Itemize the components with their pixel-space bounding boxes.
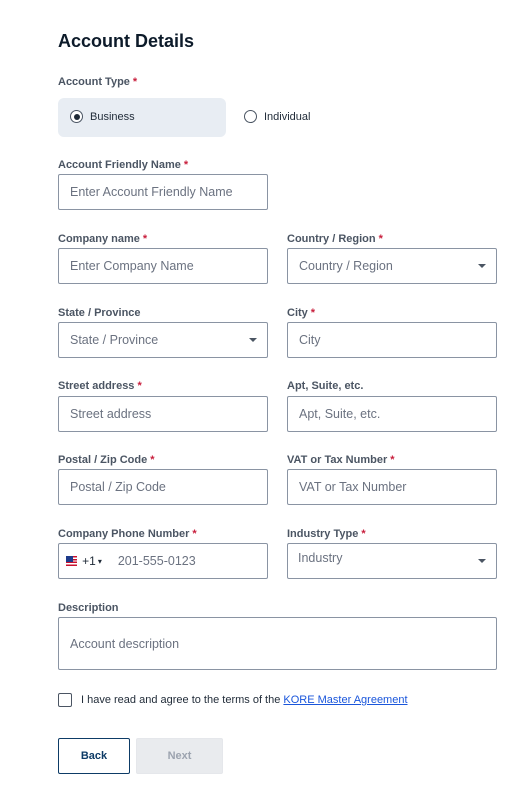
street-label-text: Street address	[58, 380, 135, 392]
state-select-value: State / Province	[70, 333, 159, 347]
radio-business[interactable]: Business	[70, 110, 135, 123]
agreement-text: I have read and agree to the terms of th…	[81, 694, 408, 706]
industry-label: Industry Type *	[287, 528, 366, 540]
vat-field[interactable]	[287, 469, 497, 505]
country-select[interactable]: Country / Region	[287, 248, 497, 284]
required-mark: *	[361, 528, 366, 540]
apt-input[interactable]	[299, 407, 496, 421]
friendly-name-input[interactable]	[70, 185, 267, 199]
chevron-down-icon	[249, 338, 257, 342]
required-mark: *	[137, 380, 142, 392]
radio-selected-icon[interactable]	[70, 110, 83, 123]
country-label-text: Country / Region	[287, 233, 376, 245]
next-button[interactable]: Next	[136, 738, 223, 774]
required-mark: *	[390, 454, 395, 466]
apt-label: Apt, Suite, etc.	[287, 380, 363, 392]
postal-label: Postal / Zip Code *	[58, 454, 155, 466]
description-field[interactable]	[58, 617, 497, 670]
vat-input[interactable]	[299, 480, 496, 494]
postal-input[interactable]	[70, 480, 267, 494]
city-label: City *	[287, 307, 315, 319]
city-input[interactable]	[299, 333, 496, 347]
state-label: State / Province	[58, 307, 141, 319]
company-name-field[interactable]	[58, 248, 268, 284]
country-label: Country / Region *	[287, 233, 383, 245]
radio-individual[interactable]: Individual	[244, 110, 310, 123]
agreement-checkbox[interactable]	[58, 693, 72, 707]
required-mark: *	[132, 76, 138, 88]
friendly-name-label-text: Account Friendly Name	[58, 159, 181, 171]
friendly-name-field[interactable]	[58, 174, 268, 210]
required-mark: *	[150, 454, 155, 466]
page-title: Account Details	[58, 31, 195, 51]
vat-label-text: VAT or Tax Number	[287, 454, 388, 466]
description-input[interactable]	[70, 636, 496, 651]
state-label-text: State / Province	[58, 307, 141, 319]
back-button[interactable]: Back	[58, 738, 130, 774]
account-type-label-text: Account Type	[58, 76, 130, 88]
company-name-label: Company name *	[58, 233, 147, 245]
street-label: Street address *	[58, 380, 142, 392]
postal-label-text: Postal / Zip Code	[58, 454, 148, 466]
industry-select-value: Industry	[298, 551, 343, 565]
phone-label: Company Phone Number *	[58, 528, 197, 540]
phone-label-text: Company Phone Number	[58, 528, 190, 540]
description-label-text: Description	[58, 602, 119, 614]
apt-field[interactable]	[287, 396, 497, 432]
company-name-label-text: Company name	[58, 233, 140, 245]
city-field[interactable]	[287, 322, 497, 358]
state-select[interactable]: State / Province	[58, 322, 268, 358]
required-mark: *	[192, 528, 197, 540]
agreement-text-prefix: I have read and agree to the terms of th…	[81, 694, 284, 706]
friendly-name-label: Account Friendly Name *	[58, 159, 188, 171]
required-mark: *	[142, 233, 148, 245]
radio-business-label: Business	[90, 110, 135, 123]
description-label: Description	[58, 602, 119, 614]
kore-master-agreement-link[interactable]: KORE Master Agreement	[283, 694, 407, 706]
street-field[interactable]	[58, 396, 268, 432]
company-name-input[interactable]	[70, 259, 267, 273]
required-mark: *	[310, 307, 316, 319]
city-label-text: City	[287, 307, 308, 319]
radio-unselected-icon[interactable]	[244, 110, 257, 123]
phone-field[interactable]: +1 ▾	[58, 543, 268, 579]
industry-label-text: Industry Type	[287, 528, 359, 540]
dial-code[interactable]: +1	[82, 554, 96, 568]
industry-select[interactable]: Industry	[287, 543, 497, 579]
vat-label: VAT or Tax Number *	[287, 454, 395, 466]
postal-field[interactable]	[58, 469, 268, 505]
radio-individual-label: Individual	[264, 110, 311, 123]
country-select-value: Country / Region	[299, 259, 393, 273]
chevron-down-icon[interactable]: ▾	[98, 557, 102, 566]
street-input[interactable]	[70, 407, 267, 421]
account-type-label: Account Type *	[58, 76, 137, 88]
required-mark: *	[183, 159, 189, 171]
phone-input[interactable]	[117, 554, 267, 568]
required-mark: *	[378, 233, 383, 245]
apt-label-text: Apt, Suite, etc.	[287, 380, 364, 392]
chevron-down-icon	[478, 264, 486, 268]
us-flag-icon[interactable]	[66, 556, 78, 566]
chevron-down-icon	[478, 559, 486, 563]
